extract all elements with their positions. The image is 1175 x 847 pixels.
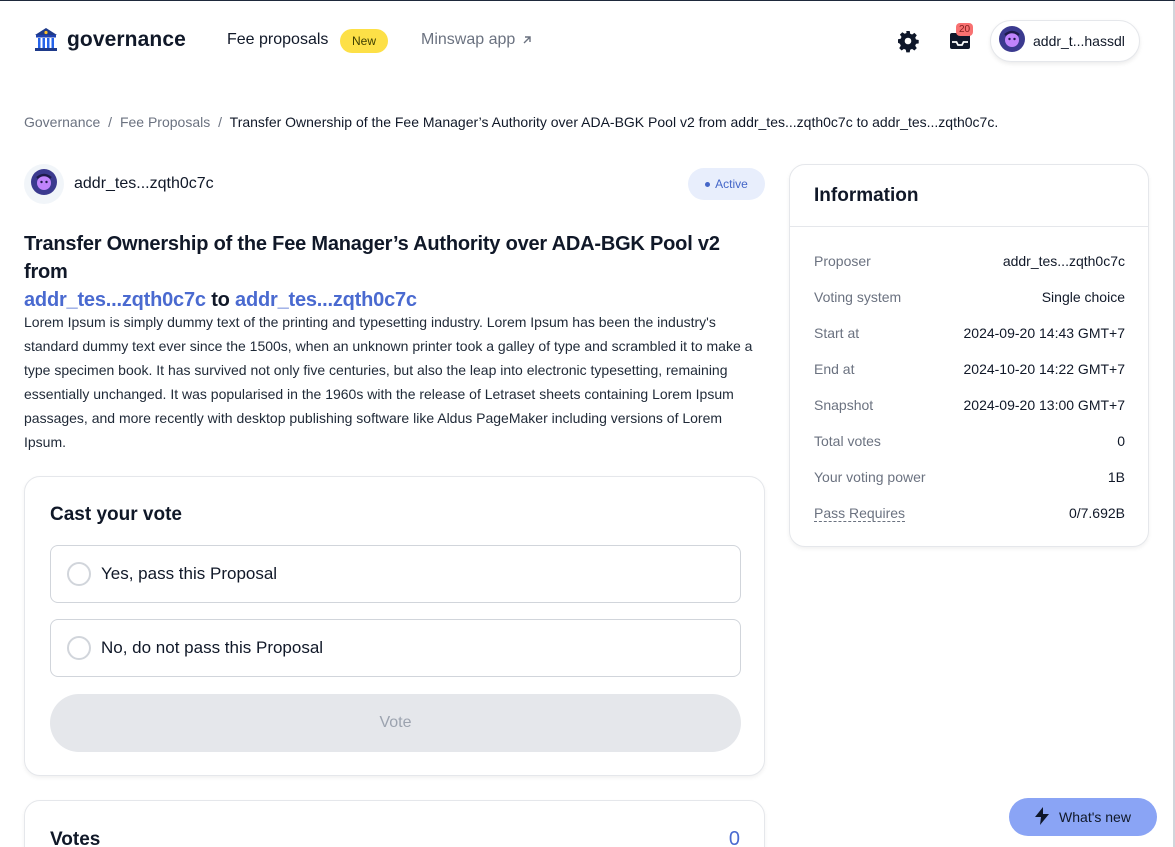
info-row-end-at: End at 2024-10-20 14:22 GMT+7 xyxy=(814,351,1125,387)
information-header: Information xyxy=(790,165,1148,227)
avatar xyxy=(24,164,64,204)
info-value: 0 xyxy=(1117,433,1125,449)
page-title: Transfer Ownership of the Fee Manager’s … xyxy=(24,230,764,314)
wallet-account-button[interactable]: addr_t...hassdl xyxy=(990,20,1140,62)
logo[interactable]: governance xyxy=(34,27,186,53)
title-to-address[interactable]: addr_tes...zqth0c7c xyxy=(235,289,417,311)
info-value: 1B xyxy=(1107,469,1125,485)
avatar-icon xyxy=(31,168,57,200)
avatar-icon xyxy=(999,25,1025,57)
status-badge: Active xyxy=(688,168,765,200)
info-label: Total votes xyxy=(814,433,881,449)
vote-option-label: No, do not pass this Proposal xyxy=(101,638,324,657)
whats-new-button[interactable]: What's new xyxy=(1009,798,1157,836)
wallet-address: addr_t...hassdl xyxy=(1033,33,1125,49)
gear-icon[interactable] xyxy=(896,29,920,58)
lightning-bolt-icon xyxy=(1035,806,1050,828)
info-value: 2024-09-20 13:00 GMT+7 xyxy=(963,397,1126,413)
breadcrumb: Governance / Fee Proposals / Transfer Ow… xyxy=(24,114,998,130)
top-header: governance Fee proposals New Minswap app… xyxy=(0,1,1175,81)
author-address: addr_tes...zqth0c7c xyxy=(74,175,214,192)
breadcrumb-current: Transfer Ownership of the Fee Manager’s … xyxy=(229,114,999,130)
title-from-address[interactable]: addr_tes...zqth0c7c xyxy=(24,289,206,311)
breadcrumb-fee-proposals[interactable]: Fee Proposals xyxy=(120,114,210,130)
pass-requires-tooltip-trigger[interactable]: Pass Requires xyxy=(814,505,906,522)
info-label: Snapshot xyxy=(814,397,874,413)
info-row-voting-power: Your voting power 1B xyxy=(814,459,1125,495)
title-to-word: to xyxy=(211,289,230,311)
info-row-pass-requires: Pass Requires 0/7.692B xyxy=(814,495,1125,531)
info-label: Proposer xyxy=(814,253,871,269)
proposal-description: Lorem Ipsum is simply dummy text of the … xyxy=(24,314,753,450)
info-value: 2024-09-20 14:43 GMT+7 xyxy=(963,325,1126,341)
new-badge: New xyxy=(340,29,389,53)
radio-button[interactable] xyxy=(67,562,91,586)
info-row-proposer: Proposer addr_tes...zqth0c7c xyxy=(814,243,1125,279)
info-value: 0/7.692B xyxy=(1068,505,1125,521)
vote-option-label: Yes, pass this Proposal xyxy=(101,564,278,583)
info-row-total-votes: Total votes 0 xyxy=(814,423,1125,459)
info-label: End at xyxy=(814,361,855,377)
information-title: Information xyxy=(814,184,919,206)
nav-minswap-label: Minswap app xyxy=(421,31,516,48)
votes-card: Votes 0 xyxy=(24,800,765,847)
info-row-start-at: Start at 2024-09-20 14:43 GMT+7 xyxy=(814,315,1125,351)
logo-text: governance xyxy=(67,28,186,51)
information-rows: Proposer addr_tes...zqth0c7c Voting syst… xyxy=(814,243,1125,531)
info-value: Single choice xyxy=(1041,289,1125,305)
vote-option-no[interactable]: No, do not pass this Proposal xyxy=(50,619,741,677)
information-card: Information Proposer addr_tes...zqth0c7c… xyxy=(789,164,1149,547)
nav-fee-proposals[interactable]: Fee proposals xyxy=(227,31,328,49)
cast-vote-card: Cast your vote Yes, pass this Proposal N… xyxy=(24,476,765,776)
arrow-up-right-icon xyxy=(521,34,533,46)
info-row-snapshot: Snapshot 2024-09-20 13:00 GMT+7 xyxy=(814,387,1125,423)
info-row-voting-system: Voting system Single choice xyxy=(814,279,1125,315)
cast-vote-heading: Cast your vote xyxy=(50,504,182,525)
bank-building-icon xyxy=(34,27,58,53)
breadcrumb-separator: / xyxy=(108,114,113,130)
vote-button[interactable]: Vote xyxy=(50,694,741,752)
nav-minswap-app[interactable]: Minswap app xyxy=(421,31,533,49)
status-label: Active xyxy=(715,177,748,191)
radio-button[interactable] xyxy=(67,636,91,660)
status-dot xyxy=(705,181,711,187)
info-label: Start at xyxy=(814,325,860,341)
info-label: Voting system xyxy=(814,289,902,305)
proposal-author: addr_tes...zqth0c7c xyxy=(24,164,214,204)
whats-new-label: What's new xyxy=(1059,809,1131,825)
info-value[interactable]: addr_tes...zqth0c7c xyxy=(1003,253,1125,269)
info-label: Your voting power xyxy=(814,469,926,485)
votes-count: 0 xyxy=(728,828,740,847)
notification-count-badge: 20 xyxy=(956,23,974,36)
votes-title: Votes xyxy=(50,829,101,847)
vote-option-yes[interactable]: Yes, pass this Proposal xyxy=(50,545,741,603)
title-text: Transfer Ownership of the Fee Manager’s … xyxy=(24,233,720,283)
breadcrumb-separator: / xyxy=(218,114,223,130)
info-value: 2024-10-20 14:22 GMT+7 xyxy=(963,361,1126,377)
breadcrumb-governance[interactable]: Governance xyxy=(24,114,100,130)
